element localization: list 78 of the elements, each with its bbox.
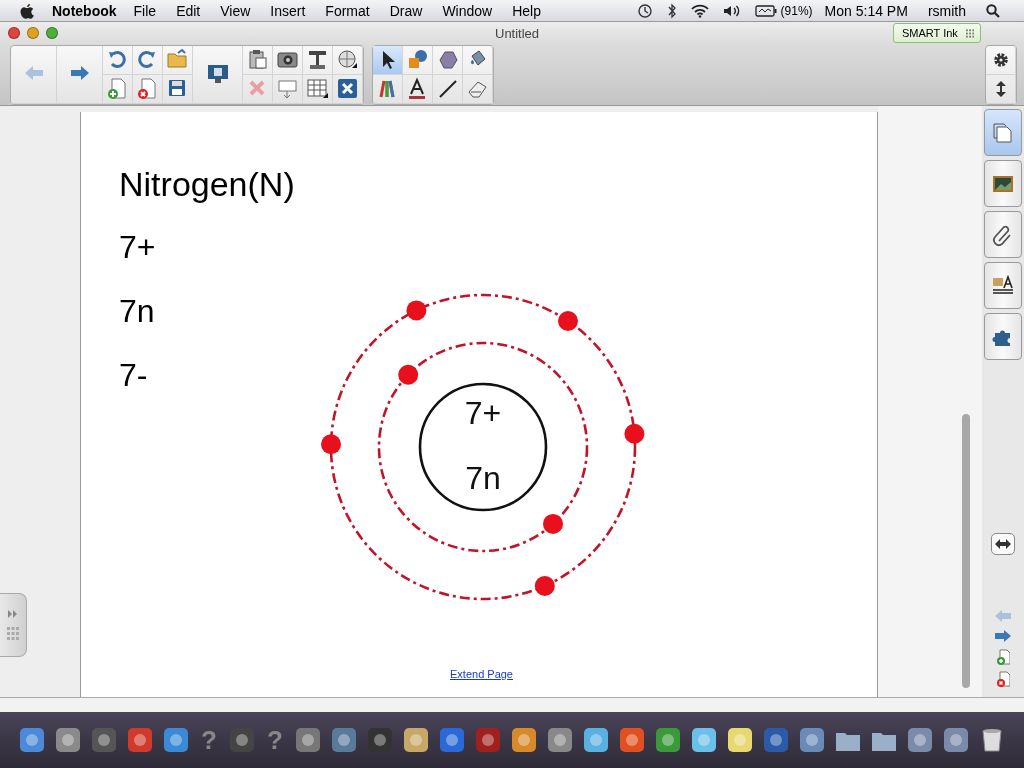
electron bbox=[624, 423, 645, 444]
speaker-icon[interactable] bbox=[722, 3, 741, 18]
minimize-button[interactable] bbox=[27, 27, 39, 39]
clock-history-icon[interactable] bbox=[636, 2, 653, 19]
close-button[interactable] bbox=[8, 27, 20, 39]
side-tab[interactable] bbox=[984, 262, 1022, 309]
settings-icon[interactable] bbox=[991, 50, 1010, 69]
app-icon[interactable] bbox=[437, 725, 467, 755]
app-icon[interactable] bbox=[293, 725, 323, 755]
page-text: 7- bbox=[119, 356, 149, 395]
zoom-button[interactable] bbox=[46, 27, 58, 39]
menu-item[interactable]: View bbox=[220, 2, 251, 19]
app-icon[interactable] bbox=[545, 725, 575, 755]
pages-icon bbox=[991, 120, 1015, 145]
window-title: Untitled bbox=[495, 25, 540, 41]
side-tab[interactable] bbox=[984, 313, 1022, 360]
add-page-icon[interactable] bbox=[996, 649, 1010, 665]
page-text: 7+ bbox=[119, 228, 157, 267]
up-down-arrow-icon[interactable] bbox=[994, 79, 1007, 98]
app-icon[interactable] bbox=[905, 725, 935, 755]
app-icon[interactable] bbox=[125, 725, 155, 755]
table-icon[interactable] bbox=[305, 76, 330, 101]
menu-item[interactable]: Draw bbox=[389, 2, 423, 19]
electron bbox=[543, 513, 563, 534]
menu-item[interactable]: Edit bbox=[176, 2, 201, 19]
user-name[interactable]: rsmith bbox=[927, 2, 966, 19]
close-icon[interactable] bbox=[335, 76, 360, 101]
app-icon[interactable] bbox=[617, 725, 647, 755]
app-icon[interactable] bbox=[797, 725, 827, 755]
nucleus-label: 7n bbox=[465, 460, 501, 496]
app-icon[interactable] bbox=[17, 725, 47, 755]
search-icon[interactable] bbox=[986, 3, 1000, 18]
menu-item[interactable]: Window bbox=[442, 2, 493, 19]
app-icon[interactable] bbox=[401, 725, 431, 755]
grip-icon[interactable] bbox=[965, 28, 974, 38]
app-menu[interactable]: Notebook bbox=[52, 2, 117, 19]
grip-icon[interactable] bbox=[7, 627, 19, 641]
side-tab[interactable] bbox=[984, 211, 1022, 258]
side-tab[interactable] bbox=[984, 160, 1022, 207]
electron bbox=[558, 311, 578, 331]
wifi-icon[interactable] bbox=[690, 3, 709, 18]
battery-percent: (91%) bbox=[780, 3, 813, 18]
app-icon[interactable] bbox=[89, 725, 119, 755]
double-arrow-icon[interactable] bbox=[7, 609, 19, 619]
app-icon[interactable] bbox=[581, 725, 611, 755]
bluetooth-icon[interactable] bbox=[666, 2, 677, 19]
electron bbox=[406, 300, 427, 321]
nucleus-label: 7+ bbox=[464, 395, 502, 431]
side-panel-handle[interactable] bbox=[0, 593, 27, 657]
electron bbox=[398, 364, 419, 385]
app-icon[interactable] bbox=[329, 725, 359, 755]
menu-item[interactable]: Help bbox=[512, 2, 541, 19]
left-right-arrow-icon bbox=[995, 539, 1011, 549]
menu-item[interactable]: Insert bbox=[270, 2, 306, 19]
monitor-icon[interactable] bbox=[205, 62, 230, 86]
electron bbox=[321, 434, 341, 455]
app-icon[interactable] bbox=[725, 725, 755, 755]
app-icon[interactable] bbox=[53, 725, 83, 755]
page-text: 7n bbox=[119, 292, 156, 331]
battery-icon[interactable] bbox=[754, 4, 777, 17]
delete-page-icon[interactable] bbox=[996, 671, 1010, 687]
menu-item[interactable]: Format bbox=[325, 2, 370, 19]
menu-item[interactable]: File bbox=[133, 2, 157, 19]
extend-page-link[interactable]: Extend Page bbox=[450, 668, 513, 680]
ink-badge[interactable]: SMART Ink bbox=[893, 23, 981, 43]
app-icon[interactable] bbox=[653, 725, 683, 755]
scrollbar-thumb[interactable] bbox=[962, 414, 970, 688]
app-icon[interactable] bbox=[689, 725, 719, 755]
clock[interactable]: Mon 5:14 PM bbox=[824, 2, 908, 19]
heading-text: Nitrogen(N) bbox=[119, 164, 295, 204]
app-icon[interactable] bbox=[161, 725, 191, 755]
app-icon[interactable] bbox=[761, 725, 791, 755]
apple-icon[interactable] bbox=[20, 2, 34, 19]
swap-side-button[interactable] bbox=[991, 533, 1015, 555]
electron bbox=[534, 575, 555, 596]
app-icon[interactable] bbox=[941, 725, 971, 755]
forward-arrow-icon[interactable] bbox=[994, 629, 1012, 643]
app-icon[interactable] bbox=[509, 725, 539, 755]
